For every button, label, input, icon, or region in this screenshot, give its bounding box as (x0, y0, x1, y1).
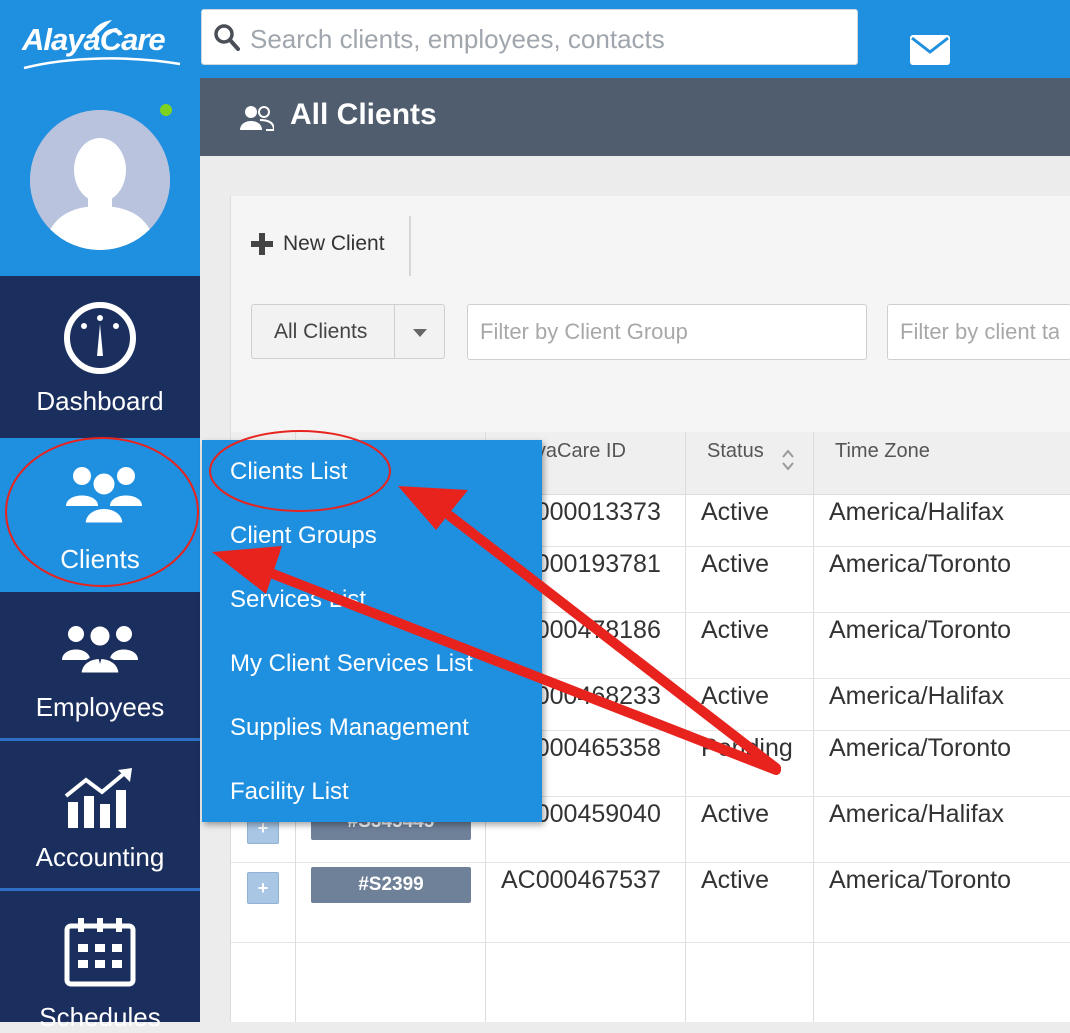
status-cell: Active (701, 616, 770, 644)
nav-schedules-label: Schedules (39, 1002, 161, 1032)
menu-item-supplies-management[interactable]: Supplies Management (230, 714, 469, 742)
menu-item-clients-list[interactable]: Clients List (230, 458, 347, 486)
toolbar: New Client (231, 196, 1070, 283)
alayacare-logo[interactable]: AlayaCare (22, 20, 181, 70)
plus-icon (251, 233, 273, 255)
status-cell: Pending (701, 734, 793, 762)
sidebar: Dashboard Clients Employees Accounting S… (0, 78, 200, 1032)
search-icon (214, 24, 240, 51)
search-input[interactable] (248, 18, 842, 60)
time-zone-cell: America/Toronto (829, 734, 1012, 762)
avatar[interactable] (30, 110, 170, 250)
status-cell: Active (701, 682, 770, 710)
clients-submenu: Clients List Client Groups Services List… (202, 440, 542, 822)
nav-schedules[interactable]: Schedules (0, 892, 200, 1032)
logo-swoosh-icon (23, 57, 181, 70)
clients-group-icon (66, 467, 142, 526)
nav-accounting[interactable]: Accounting (0, 742, 200, 888)
employees-group-icon (62, 623, 138, 676)
time-zone-cell: America/Toronto (829, 550, 1012, 578)
dropdown-toggle[interactable] (394, 305, 445, 358)
time-zone-cell: America/Toronto (829, 866, 1012, 894)
clients-header-icon (240, 106, 274, 131)
top-bar: AlayaCare (0, 0, 1070, 78)
menu-item-services-list[interactable]: Services List (230, 586, 366, 614)
nav-dashboard-label: Dashboard (36, 386, 164, 416)
menu-item-facility-list[interactable]: Facility List (230, 778, 349, 806)
status-cell: Active (701, 550, 770, 578)
status-cell: Active (701, 800, 770, 828)
client-tag-input[interactable] (888, 305, 1070, 359)
nav-employees[interactable]: Employees (0, 592, 200, 738)
menu-item-client-groups[interactable]: Client Groups (230, 522, 377, 550)
page-header: All Clients (200, 78, 1070, 156)
user-profile (0, 78, 200, 276)
page-title: All Clients (290, 98, 437, 131)
calendar-icon (64, 918, 136, 987)
column-status[interactable]: Status (707, 440, 764, 463)
nav-clients-label: Clients (60, 544, 140, 574)
client-scope-value: All Clients (274, 320, 368, 343)
dashboard-gauge-icon (64, 302, 136, 374)
nav-divider (0, 888, 200, 891)
time-zone-cell: America/Halifax (829, 800, 1005, 828)
nav-divider (0, 738, 200, 741)
client-scope-select[interactable]: All Clients (251, 304, 445, 359)
status-cell: Active (701, 498, 770, 526)
new-client-label: New Client (283, 232, 385, 255)
nav-dashboard[interactable]: Dashboard (0, 276, 200, 436)
new-client-button[interactable]: New Client (231, 216, 411, 276)
nav-accounting-label: Accounting (35, 842, 165, 872)
client-id-badge[interactable]: #S2399 (311, 867, 471, 903)
filter-bar: All Clients (231, 282, 1070, 432)
alayacare-id-cell: AC000467537 (501, 866, 661, 894)
menu-item-my-client-services-list[interactable]: My Client Services List (230, 650, 473, 678)
status-cell: Active (701, 866, 770, 894)
table-row[interactable]: + #S2399 AC000467537 Active America/Toro… (231, 862, 1070, 943)
sort-icon[interactable] (781, 448, 795, 472)
mail-icon[interactable] (909, 34, 951, 66)
nav-employees-label: Employees (35, 692, 165, 722)
time-zone-cell: America/Halifax (829, 498, 1005, 526)
nav-clients[interactable]: Clients (0, 438, 200, 592)
caret-down-icon (413, 329, 427, 337)
column-time-zone[interactable]: Time Zone (835, 440, 930, 463)
user-silhouette-icon (30, 110, 170, 250)
client-group-input[interactable] (468, 305, 866, 359)
global-search[interactable] (201, 9, 858, 65)
client-tag-filter[interactable] (887, 304, 1070, 360)
time-zone-cell: America/Toronto (829, 616, 1012, 644)
online-status-dot (160, 104, 172, 116)
client-group-filter[interactable] (467, 304, 867, 360)
expand-button[interactable]: + (247, 872, 279, 904)
leaf-icon (90, 20, 118, 40)
accounting-chart-icon (64, 768, 132, 828)
time-zone-cell: America/Halifax (829, 682, 1005, 710)
